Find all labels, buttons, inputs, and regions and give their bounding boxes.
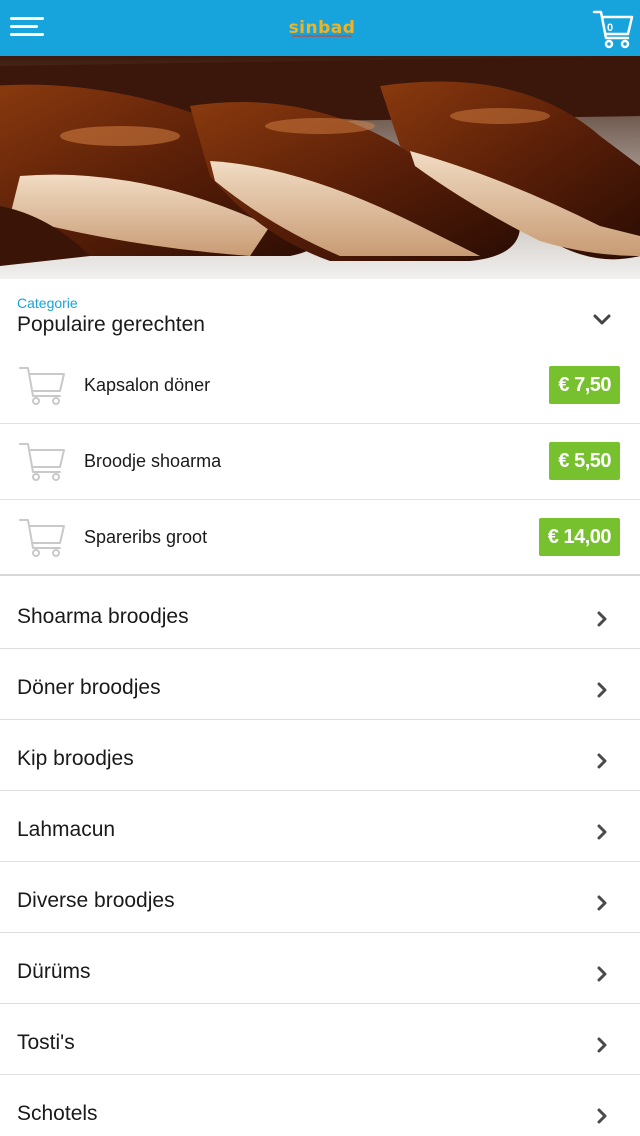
category-name: Dürüms xyxy=(17,960,91,983)
category-row-schotels[interactable]: Schotels xyxy=(0,1075,640,1136)
category-name: Tosti's xyxy=(17,1031,75,1054)
category-row-kip-broodjes[interactable]: Kip broodjes xyxy=(0,720,640,791)
category-name: Lahmacun xyxy=(17,818,116,841)
category-label: Categorie xyxy=(17,295,78,311)
chevron-right-icon xyxy=(597,1108,607,1124)
category-name: Kip broodjes xyxy=(17,747,134,770)
category-name: Döner broodjes xyxy=(17,676,161,699)
chevron-right-icon xyxy=(597,753,607,769)
hamburger-menu-icon[interactable] xyxy=(10,14,46,40)
add-to-cart-icon[interactable] xyxy=(18,440,66,482)
category-selected-value[interactable]: Populaire gerechten xyxy=(17,313,205,337)
price-button[interactable]: € 14,00 xyxy=(538,518,620,556)
cart-count-badge: 0 xyxy=(606,22,614,34)
category-row-diverse-broodjes[interactable]: Diverse broodjes xyxy=(0,862,640,933)
add-to-cart-icon[interactable] xyxy=(18,516,66,558)
category-name: Schotels xyxy=(17,1102,98,1125)
list-item: Kapsalon döner € 7,50 xyxy=(0,348,640,424)
price-button[interactable]: € 5,50 xyxy=(549,442,620,480)
category-row-doner-broodjes[interactable]: Döner broodjes xyxy=(0,649,640,720)
add-to-cart-icon[interactable] xyxy=(18,364,66,406)
shopping-cart-button[interactable]: 0 xyxy=(592,8,636,50)
dish-name: Broodje shoarma xyxy=(84,451,222,471)
hero-food-image xyxy=(0,56,640,279)
chevron-right-icon xyxy=(597,895,607,911)
category-list: Shoarma broodjes Döner broodjes Kip broo… xyxy=(0,578,640,1136)
chevron-right-icon xyxy=(597,682,607,698)
chevron-right-icon xyxy=(597,1037,607,1053)
category-row-durums[interactable]: Dürüms xyxy=(0,933,640,1004)
chevron-right-icon xyxy=(597,611,607,627)
category-row-tostis[interactable]: Tosti's xyxy=(0,1004,640,1075)
list-item: Spareribs groot € 14,00 xyxy=(0,500,640,576)
price-button[interactable]: € 7,50 xyxy=(549,366,620,404)
category-name: Diverse broodjes xyxy=(17,889,175,912)
top-app-bar: sinbad 0 xyxy=(0,0,640,56)
popular-dishes-list: Kapsalon döner € 7,50 Broodje shoarma € … xyxy=(0,348,640,576)
chevron-right-icon xyxy=(597,824,607,840)
dish-name: Spareribs groot xyxy=(84,527,208,547)
chevron-right-icon xyxy=(597,966,607,982)
list-item: Broodje shoarma € 5,50 xyxy=(0,424,640,500)
category-dropdown-toggle[interactable] xyxy=(588,306,616,334)
sinbad-logo: sinbad xyxy=(280,14,364,42)
category-row-lahmacun[interactable]: Lahmacun xyxy=(0,791,640,862)
chevron-down-icon xyxy=(593,314,611,325)
dish-name: Kapsalon döner xyxy=(84,375,211,395)
category-name: Shoarma broodjes xyxy=(17,605,189,628)
category-row-shoarma-broodjes[interactable]: Shoarma broodjes xyxy=(0,578,640,649)
